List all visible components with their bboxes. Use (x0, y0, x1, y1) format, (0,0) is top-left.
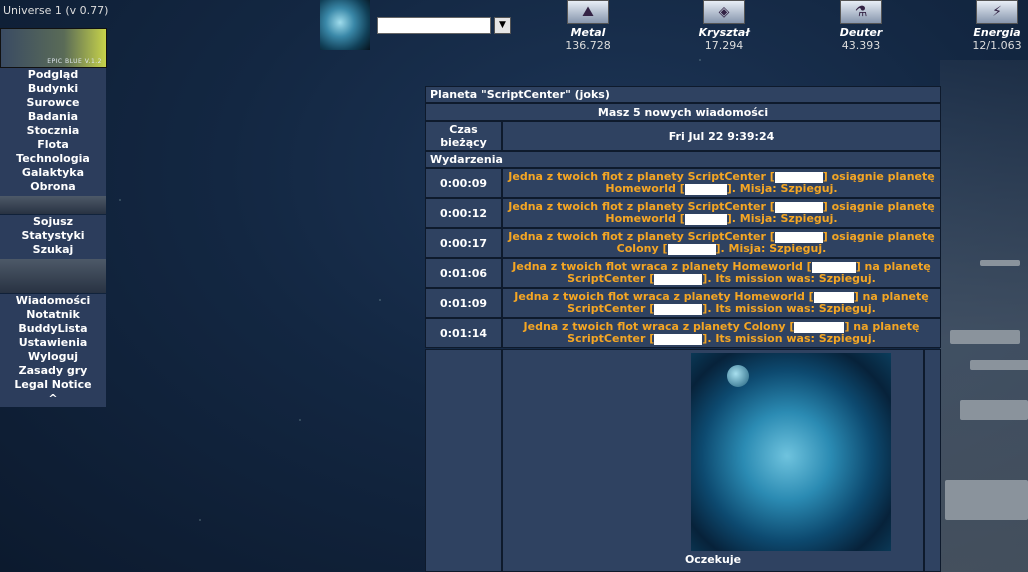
event-time: 0:00:12 (425, 198, 502, 228)
menu-item-alliance[interactable]: Sojusz (0, 215, 106, 229)
crystal-icon: ◈ (703, 0, 745, 24)
resource-name: Energia (973, 26, 1021, 39)
event-message[interactable]: Jedna z twoich flot z planety ScriptCent… (502, 198, 941, 228)
planet-select-value[interactable] (377, 17, 491, 34)
tools-menu: Wiadomości Notatnik BuddyLista Ustawieni… (0, 294, 106, 407)
spaceship-fleet-background (940, 60, 1028, 572)
event-time: 0:01:14 (425, 318, 502, 348)
coordinates-redacted (684, 183, 727, 195)
energy-icon: ⚡ (976, 0, 1018, 24)
event-message[interactable]: Jedna z twoich flot wraca z planety Home… (502, 288, 941, 318)
coordinates-redacted (684, 213, 727, 225)
menu-item-overview[interactable]: Podgląd (0, 68, 106, 82)
main-menu: Podgląd Budynki Surowce Badania Stocznia… (0, 68, 106, 196)
menu-item-rules[interactable]: Zasady gry (0, 364, 106, 378)
menu-item-technology[interactable]: Technologia (0, 152, 106, 166)
menu-item-statistics[interactable]: Statystyki (0, 229, 106, 243)
event-message[interactable]: Jedna z twoich flot wraca z planety Colo… (502, 318, 941, 348)
menu-item-settings[interactable]: Ustawienia (0, 336, 106, 350)
server-time: Fri Jul 22 9:39:24 (502, 121, 941, 151)
event-time: 0:01:06 (425, 258, 502, 288)
resource-value: 17.294 (704, 39, 744, 52)
coordinates-redacted (774, 231, 823, 243)
resource-name: Deuter (839, 26, 883, 39)
events-header: Wydarzenia (425, 151, 941, 168)
event-text-part: ]. Its mission was: Szpieguj. (702, 302, 876, 315)
resource-value: 136.728 (565, 39, 611, 52)
menu-item-buildings[interactable]: Budynki (0, 82, 106, 96)
planet-image[interactable] (691, 353, 891, 551)
coordinates-redacted (794, 321, 845, 333)
menu-item-search[interactable]: Szukaj (0, 243, 106, 257)
time-label: Czas bieżący (425, 121, 502, 151)
metal-icon: ⛰ (567, 0, 609, 24)
coordinates-redacted (654, 333, 703, 345)
menu-item-defense[interactable]: Obrona (0, 180, 106, 194)
event-text-part: ]. Its mission was: Szpieguj. (702, 332, 876, 345)
menu-item-legal-notice[interactable]: Legal Notice (0, 378, 106, 392)
event-message[interactable]: Jedna z twoich flot wraca z planety Home… (502, 258, 941, 288)
menu-item-messages[interactable]: Wiadomości (0, 294, 106, 308)
menu-item-scroll-top[interactable]: ^ (0, 392, 106, 406)
coordinates-redacted (654, 273, 703, 285)
event-time: 0:00:09 (425, 168, 502, 198)
coordinates-redacted (813, 291, 854, 303)
coordinates-redacted (654, 303, 703, 315)
resource-value: 43.393 (841, 39, 881, 52)
resource-crystal: ◈ Kryształ 17.294 (689, 0, 759, 52)
planet-status: Oczekuje (684, 553, 742, 566)
planet-image-spacer (425, 349, 502, 572)
coordinates-redacted (811, 261, 856, 273)
logo-text: EPIC BLUE V.1.2 (47, 58, 102, 65)
resource-name: Kryształ (698, 26, 750, 39)
menu-item-notes[interactable]: Notatnik (0, 308, 106, 322)
event-text-part: ]. Misja: Szpieguj. (726, 182, 838, 195)
coordinates-redacted (667, 243, 716, 255)
planet-image-side (924, 349, 941, 572)
menu-item-research[interactable]: Badania (0, 110, 106, 124)
chevron-down-icon[interactable]: ▼ (494, 17, 511, 34)
event-time: 0:00:17 (425, 228, 502, 258)
event-text-part: ]. Its mission was: Szpieguj. (702, 272, 876, 285)
menu-item-buddylist[interactable]: BuddyLista (0, 322, 106, 336)
moon-image (727, 365, 749, 387)
new-messages-link[interactable]: Masz 5 nowych wiadomości (425, 103, 941, 121)
menu-item-resources[interactable]: Surowce (0, 96, 106, 110)
menu-item-galaxy[interactable]: Galaktyka (0, 166, 106, 180)
menu-item-fleet[interactable]: Flota (0, 138, 106, 152)
resource-name: Metal (570, 26, 606, 39)
menu-item-logout[interactable]: Wyloguj (0, 350, 106, 364)
event-text-part: ]. Misja: Szpieguj. (715, 242, 827, 255)
menu-separator (0, 196, 106, 214)
planet-select[interactable]: ▼ (375, 17, 511, 34)
planet-title: Planeta "ScriptCenter" (joks) (425, 86, 941, 103)
event-time: 0:01:09 (425, 288, 502, 318)
event-message[interactable]: Jedna z twoich flot z planety ScriptCent… (502, 228, 941, 258)
current-planet-thumbnail[interactable] (320, 0, 370, 50)
universe-version: Universe 1 (v 0.77) (3, 4, 109, 17)
event-message[interactable]: Jedna z twoich flot z planety ScriptCent… (502, 168, 941, 198)
coordinates-redacted (774, 201, 823, 213)
resource-energy: ⚡ Energia 12/1.063 (962, 0, 1028, 52)
event-text-part: ]. Misja: Szpieguj. (726, 212, 838, 225)
secondary-menu: Sojusz Statystyki Szukaj (0, 215, 106, 259)
menu-item-shipyard[interactable]: Stocznia (0, 124, 106, 138)
menu-separator (0, 259, 106, 293)
resource-metal: ⛰ Metal 136.728 (553, 0, 623, 52)
deuterium-icon: ⚗ (840, 0, 882, 24)
game-logo: EPIC BLUE V.1.2 (0, 28, 107, 68)
planet-image-cell: Oczekuje (502, 349, 924, 572)
coordinates-redacted (774, 171, 823, 183)
resource-value: 12/1.063 (972, 39, 1022, 52)
resource-deuterium: ⚗ Deuter 43.393 (826, 0, 896, 52)
